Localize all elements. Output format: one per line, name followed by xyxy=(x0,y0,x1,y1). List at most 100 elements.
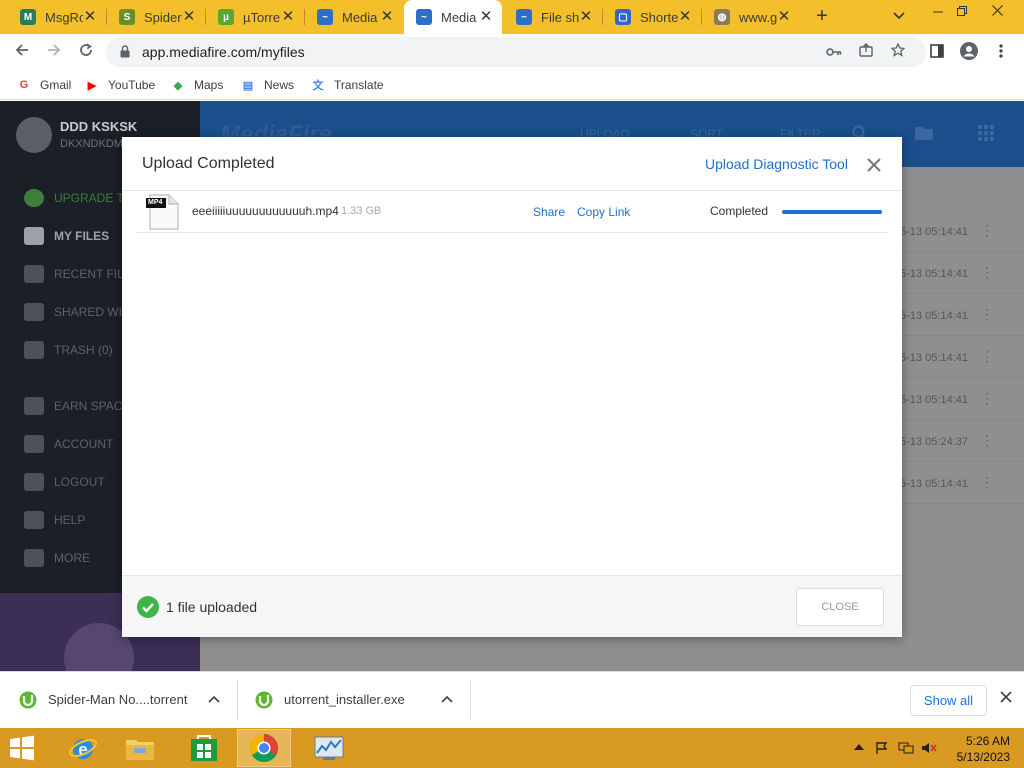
download-options-button[interactable] xyxy=(439,692,455,708)
bookmark-translate[interactable]: 文 Translate xyxy=(310,76,384,94)
profile-icon xyxy=(960,42,978,60)
row-menu-icon[interactable]: ⋮ xyxy=(980,474,994,491)
file-date: 5-13 05:14:41 xyxy=(900,394,968,406)
internet-explorer-button[interactable]: e xyxy=(56,729,110,767)
network-icon[interactable] xyxy=(898,741,914,755)
browser-tab[interactable]: S Spider ✕ xyxy=(107,0,205,34)
show-all-downloads-button[interactable]: Show all xyxy=(910,685,987,716)
clock-date[interactable]: 5/13/2023 xyxy=(942,750,1010,764)
row-menu-icon[interactable]: ⋮ xyxy=(980,306,994,323)
url-text[interactable]: app.mediafire.com/myfiles xyxy=(142,44,305,60)
bookmark-label: News xyxy=(264,78,295,92)
mediafire-icon: ~ xyxy=(416,9,432,25)
start-button[interactable] xyxy=(6,734,38,762)
file-explorer-button[interactable] xyxy=(113,729,167,767)
forward-button[interactable] xyxy=(42,40,66,64)
tab-close-button[interactable]: ✕ xyxy=(181,9,197,25)
password-key-icon[interactable] xyxy=(824,42,844,62)
sidebar-item-label: ACCOUNT xyxy=(54,437,114,451)
google-icon: G xyxy=(19,79,29,91)
reload-button[interactable] xyxy=(74,40,98,64)
file-date: 5-13 05:14:41 xyxy=(900,268,968,280)
utorrent-icon xyxy=(19,691,37,709)
restore-button[interactable] xyxy=(945,0,979,22)
kebab-menu-icon xyxy=(999,44,1003,58)
sidebar-item-label: TRASH (0) xyxy=(54,343,113,357)
download-item[interactable]: utorrent_installer.exe xyxy=(236,672,470,729)
share-page-icon[interactable] xyxy=(856,42,876,62)
side-panel-button[interactable] xyxy=(926,42,948,64)
file-name: eeeiiiiiuuuuuuuuuuuuh.mp4 xyxy=(192,204,339,218)
bookmark-maps[interactable]: ◆ Maps xyxy=(170,76,224,94)
new-tab-button[interactable]: + xyxy=(810,5,834,29)
browser-tab[interactable]: ▢ Shorte ✕ xyxy=(603,0,701,34)
share-link[interactable]: Share xyxy=(533,205,565,219)
grid-view-icon[interactable] xyxy=(978,125,994,144)
dialog-close-button[interactable] xyxy=(864,155,884,175)
chrome-button[interactable] xyxy=(237,729,291,767)
bookmark-star-icon[interactable] xyxy=(888,42,908,62)
tab-close-button[interactable]: ✕ xyxy=(578,9,594,25)
close-button[interactable]: CLOSE xyxy=(796,588,884,626)
bookmark-label: YouTube xyxy=(108,78,156,92)
volume-muted-icon[interactable] xyxy=(921,741,937,755)
profile-button[interactable] xyxy=(958,42,980,64)
upload-progress-fill xyxy=(782,210,882,214)
file-explorer-icon xyxy=(126,740,154,760)
browser-toolbar: app.mediafire.com/myfiles xyxy=(0,34,1024,70)
back-button[interactable] xyxy=(10,40,34,64)
browser-tab[interactable]: ~ File sh ✕ xyxy=(504,0,602,34)
browser-menu-button[interactable] xyxy=(990,42,1012,64)
user-name: DDD KSKSK xyxy=(60,119,138,134)
sidebar-item-icon xyxy=(24,549,44,567)
bookmark-youtube[interactable]: ▶ YouTube xyxy=(84,76,155,94)
new-folder-icon[interactable] xyxy=(914,125,934,144)
tab-close-button[interactable]: ✕ xyxy=(280,9,296,25)
tab-title: www.g xyxy=(739,9,777,25)
row-menu-icon[interactable]: ⋮ xyxy=(980,264,994,281)
close-icon xyxy=(867,158,881,172)
download-item[interactable]: Spider-Man No....torrent xyxy=(0,672,236,729)
store-button[interactable] xyxy=(177,729,231,767)
row-menu-icon[interactable]: ⋮ xyxy=(980,348,994,365)
check-circle-icon xyxy=(137,596,159,618)
upload-diagnostic-link[interactable]: Upload Diagnostic Tool xyxy=(705,156,848,172)
browser-tab[interactable]: ~ Media ✕ xyxy=(305,0,403,34)
flag-icon[interactable] xyxy=(874,741,890,755)
chevron-up-icon xyxy=(441,695,453,703)
close-icon xyxy=(991,5,1003,16)
bookmark-label: Maps xyxy=(194,78,224,92)
browser-tab[interactable]: µ µTorre ✕ xyxy=(206,0,304,34)
file-type-badge: MP4 xyxy=(148,199,163,206)
tab-close-button[interactable]: ✕ xyxy=(379,9,395,25)
tab-close-button[interactable]: ✕ xyxy=(776,9,792,25)
close-icon xyxy=(1000,691,1012,703)
download-file-name: utorrent_installer.exe xyxy=(284,692,405,707)
clock-time[interactable]: 5:26 AM xyxy=(952,734,1010,748)
lock-icon[interactable] xyxy=(120,45,130,58)
row-menu-icon[interactable]: ⋮ xyxy=(980,222,994,239)
copy-link[interactable]: Copy Link xyxy=(577,205,630,219)
show-hidden-icons-button[interactable] xyxy=(851,741,867,755)
close-download-shelf-button[interactable] xyxy=(997,690,1015,708)
restore-icon xyxy=(957,6,967,16)
download-options-button[interactable] xyxy=(206,692,222,708)
translate-icon: 文 xyxy=(312,80,324,92)
address-bar[interactable]: app.mediafire.com/myfiles xyxy=(106,37,926,67)
browser-tab[interactable]: ◍ www.g ✕ xyxy=(702,0,800,34)
browser-tab[interactable]: ~ Media ✕ xyxy=(404,0,502,34)
row-menu-icon[interactable]: ⋮ xyxy=(980,432,994,449)
tab-search-button[interactable] xyxy=(889,6,909,26)
globe-icon: ◍ xyxy=(714,9,730,25)
window-close-button[interactable] xyxy=(980,0,1014,22)
tab-close-button[interactable]: ✕ xyxy=(677,9,693,25)
bookmark-gmail[interactable]: G Gmail xyxy=(16,76,72,94)
arrow-right-icon xyxy=(48,44,61,56)
resource-monitor-button[interactable] xyxy=(302,729,356,767)
tab-close-button[interactable]: ✕ xyxy=(82,9,98,25)
browser-tab[interactable]: M MsgRo ✕ xyxy=(8,0,106,34)
avatar[interactable] xyxy=(16,117,52,153)
tab-close-button[interactable]: ✕ xyxy=(478,9,494,25)
row-menu-icon[interactable]: ⋮ xyxy=(980,390,994,407)
bookmark-news[interactable]: ▤ News xyxy=(240,76,294,94)
